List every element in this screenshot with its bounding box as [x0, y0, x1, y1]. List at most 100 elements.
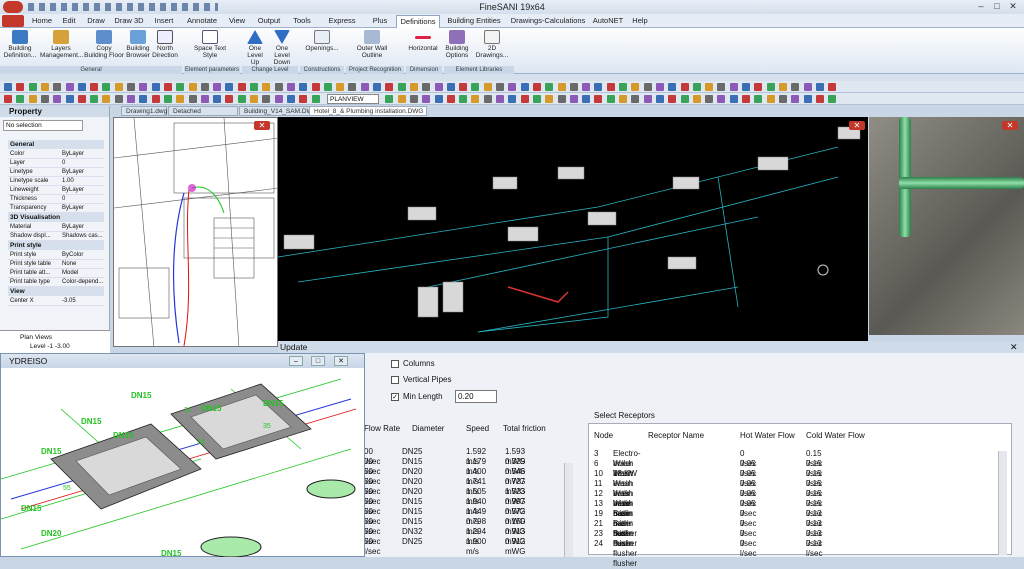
- toolbar-tool-icon[interactable]: [348, 83, 357, 91]
- toolbar-tool-icon[interactable]: [163, 83, 172, 91]
- tab-building-entities[interactable]: Building Entities: [445, 15, 503, 28]
- toolbar-tool-icon[interactable]: [496, 83, 504, 91]
- toolbar-tool-icon[interactable]: [385, 95, 394, 103]
- tree-root[interactable]: Plan Views: [20, 334, 52, 341]
- north-direction-button[interactable]: North Direction: [152, 30, 178, 59]
- toolbar-tool-icon[interactable]: [545, 95, 554, 103]
- toolbar-tool-icon[interactable]: [139, 95, 148, 103]
- property-row[interactable]: Print style table None: [8, 260, 104, 269]
- toolbar-tool-icon[interactable]: [557, 83, 566, 91]
- property-section-print[interactable]: Print style: [8, 241, 104, 250]
- property-row[interactable]: Color ByLayer: [8, 150, 104, 159]
- toolbar-tool-icon[interactable]: [422, 83, 431, 91]
- tab-draw-3d[interactable]: Draw 3D: [112, 15, 146, 28]
- floor-plan-viewport[interactable]: ✕: [113, 117, 278, 347]
- toolbar-tool-icon[interactable]: [471, 95, 480, 103]
- toolbar-tool-icon[interactable]: [360, 83, 369, 91]
- toolbar-tool-icon[interactable]: [250, 83, 258, 91]
- columns-checkbox[interactable]: Columns: [391, 359, 435, 369]
- toolbar-tool-icon[interactable]: [237, 95, 246, 103]
- plan-close-icon[interactable]: ✕: [254, 121, 270, 130]
- doc-tab-hotel[interactable]: Hotel_8_& Plumbing installation.DWG: [309, 106, 427, 116]
- toolbar-tool-icon[interactable]: [459, 83, 468, 91]
- toolbar-tool-icon[interactable]: [729, 83, 738, 91]
- app-menu-button[interactable]: [2, 15, 24, 27]
- toolbar-tool-icon[interactable]: [520, 83, 529, 91]
- toolbar-tool-icon[interactable]: [582, 83, 591, 91]
- toolbar-tool-icon[interactable]: [643, 95, 652, 103]
- toolbar-tool-icon[interactable]: [643, 83, 652, 91]
- tab-annotate[interactable]: Annotate: [183, 15, 221, 28]
- property-row[interactable]: Layer 0: [8, 159, 104, 168]
- toolbar-tool-icon[interactable]: [815, 83, 824, 91]
- toolbar-tool-icon[interactable]: [16, 95, 25, 103]
- doc-tab-drawing1[interactable]: Drawing1.dwg: [121, 106, 167, 116]
- ydreiso-maximize-icon[interactable]: □: [311, 356, 325, 366]
- toolbar-tool-icon[interactable]: [434, 83, 443, 91]
- view-select[interactable]: PLANVIEW: [327, 94, 379, 104]
- one-level-down-button[interactable]: One Level Down: [269, 30, 295, 66]
- toolbar-tool-icon[interactable]: [127, 83, 135, 91]
- toolbar-tool-icon[interactable]: [53, 95, 62, 103]
- toolbar-tool-icon[interactable]: [729, 95, 738, 103]
- tab-home[interactable]: Home: [30, 15, 54, 28]
- tab-insert[interactable]: Insert: [150, 15, 178, 28]
- toolbar-tool-icon[interactable]: [496, 95, 504, 103]
- toolbar-tool-icon[interactable]: [336, 83, 345, 91]
- toolbar-tool-icon[interactable]: [569, 83, 578, 91]
- openings-button[interactable]: Openings...: [303, 30, 341, 52]
- tab-output[interactable]: Output: [253, 15, 285, 28]
- toolbar-tool-icon[interactable]: [606, 95, 615, 103]
- toolbar-tool-icon[interactable]: [176, 95, 185, 103]
- toolbar-tool-icon[interactable]: [225, 95, 234, 103]
- toolbar-tool-icon[interactable]: [705, 95, 714, 103]
- toolbar-tool-icon[interactable]: [778, 95, 787, 103]
- tab-tools[interactable]: Tools: [289, 15, 315, 28]
- toolbar-tool-icon[interactable]: [742, 95, 750, 103]
- toolbar-tool-icon[interactable]: [90, 83, 99, 91]
- vertical-pipes-checkbox-box[interactable]: [391, 375, 399, 384]
- tab-view[interactable]: View: [225, 15, 249, 28]
- toolbar-tool-icon[interactable]: [213, 95, 222, 103]
- toolbar-tool-icon[interactable]: [569, 95, 578, 103]
- toolbar-tool-icon[interactable]: [483, 95, 492, 103]
- tab-plus[interactable]: Plus: [369, 15, 391, 28]
- 2d-drawings-button[interactable]: 2D Drawings...: [474, 30, 510, 59]
- toolbar-tool-icon[interactable]: [754, 83, 763, 91]
- toolbar-tool-icon[interactable]: [692, 95, 701, 103]
- toolbar-tool-icon[interactable]: [508, 95, 517, 103]
- min-length-input[interactable]: 0.20: [455, 390, 497, 403]
- toolbar-tool-icon[interactable]: [791, 83, 800, 91]
- toolbar-tool-icon[interactable]: [311, 95, 320, 103]
- toolbar-tool-icon[interactable]: [373, 83, 381, 91]
- toolbar-tool-icon[interactable]: [299, 95, 308, 103]
- tab-definitions[interactable]: Definitions: [396, 15, 440, 28]
- toolbar-tool-icon[interactable]: [40, 95, 49, 103]
- toolbar-tool-icon[interactable]: [803, 95, 812, 103]
- toolbar-tool-icon[interactable]: [90, 95, 99, 103]
- toolbar-tool-icon[interactable]: [225, 83, 234, 91]
- toolbar-tool-icon[interactable]: [422, 95, 431, 103]
- toolbar-tool-icon[interactable]: [163, 95, 172, 103]
- toolbar-tool-icon[interactable]: [692, 83, 701, 91]
- doc-tab-building[interactable]: Building_V14_SAM.DWG: [239, 106, 318, 116]
- tab-draw[interactable]: Draw: [84, 15, 108, 28]
- min-length-check-icon[interactable]: ✓: [391, 392, 399, 401]
- property-row[interactable]: Center X -3.05: [8, 297, 104, 306]
- 3d-close-icon[interactable]: ✕: [849, 121, 865, 130]
- property-section-general[interactable]: General: [8, 140, 104, 149]
- toolbar-tool-icon[interactable]: [139, 83, 148, 91]
- property-row[interactable]: Shadow displ... Shadows cas...: [8, 232, 104, 241]
- one-level-up-button[interactable]: One Level Up: [243, 30, 267, 66]
- property-row[interactable]: Transparency ByLayer: [8, 204, 104, 213]
- toolbar-tool-icon[interactable]: [286, 95, 295, 103]
- selection-dropdown[interactable]: No selection: [3, 120, 83, 131]
- toolbar-tool-icon[interactable]: [323, 83, 332, 91]
- toolbar-tool-icon[interactable]: [188, 95, 197, 103]
- toolbar-tool-icon[interactable]: [766, 95, 775, 103]
- toolbar-tool-icon[interactable]: [446, 83, 455, 91]
- toolbar-tool-icon[interactable]: [213, 83, 222, 91]
- toolbar-tool-icon[interactable]: [151, 83, 160, 91]
- toolbar-tool-icon[interactable]: [606, 83, 615, 91]
- toolbar-tool-icon[interactable]: [311, 83, 320, 91]
